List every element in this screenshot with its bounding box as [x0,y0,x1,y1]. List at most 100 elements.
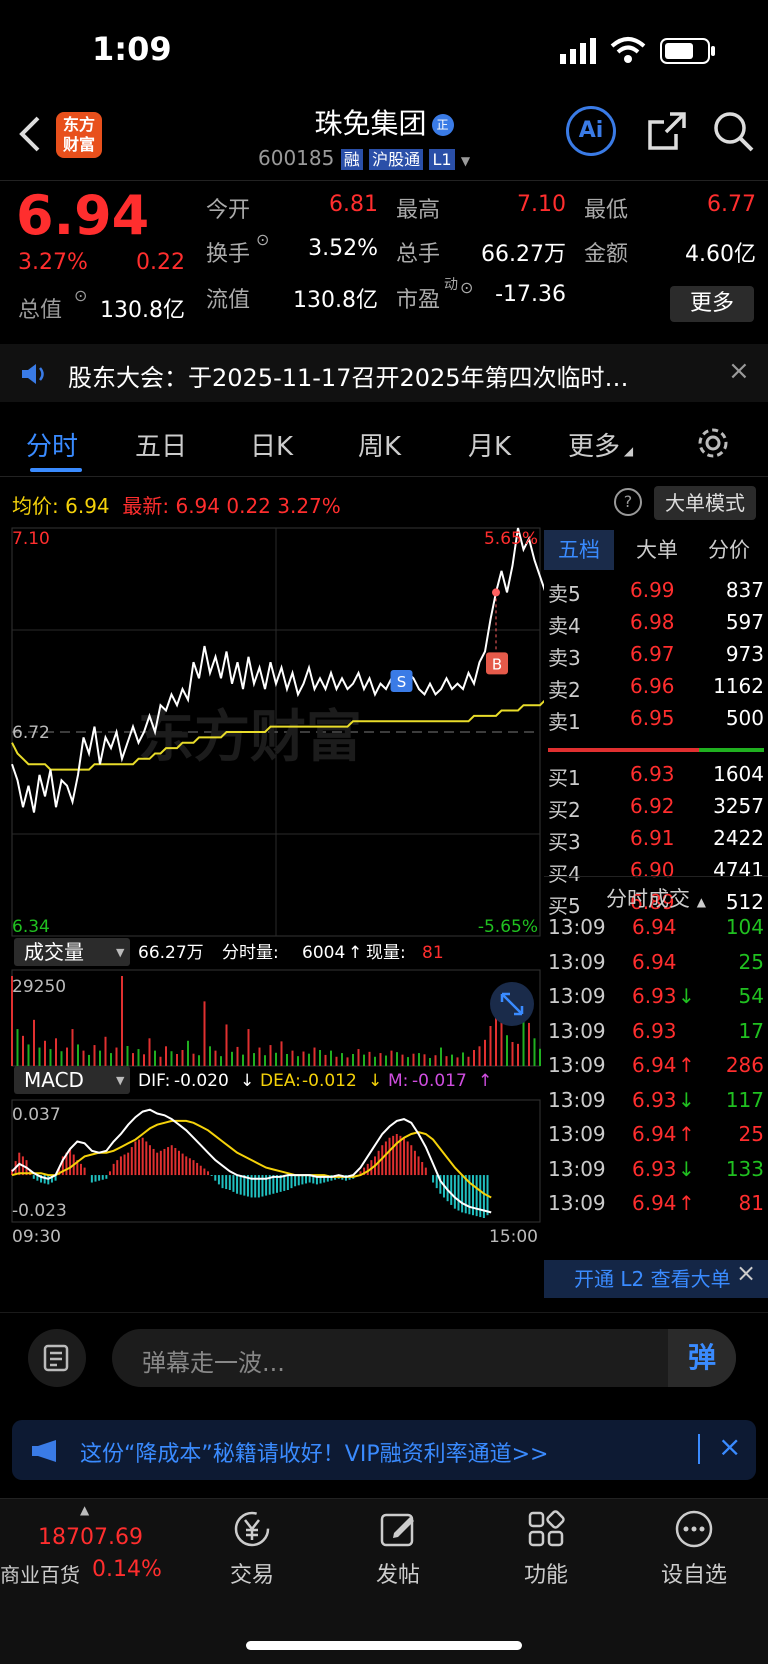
tab-monthly[interactable]: 月K [468,426,511,463]
trade-row: 13:09 6.94 ↑ 81 [544,1186,768,1220]
volume-bar [368,1051,371,1066]
volume-bar [313,1047,316,1066]
big-order-mode-label: 大单模式 [665,491,745,515]
book-row[interactable]: 卖2 6.96 1162 [544,670,768,702]
volume-bar [49,1049,52,1066]
search-icon[interactable] [712,110,756,154]
book-row[interactable]: 买2 6.92 3257 [544,790,768,822]
notice-text: 股东大会：于2025-11-17召开2025年第四次临时… [68,364,629,392]
book-row[interactable]: 卖3 6.97 973 [544,638,768,670]
nav-add-watchlist[interactable]: 设自选 [654,1509,734,1589]
divider [0,180,768,181]
trade-time: 13:09 [548,1053,606,1077]
volume-bar [132,1053,134,1066]
book-level: 卖5 [548,582,581,606]
book-row[interactable]: 买3 6.91 2422 [544,822,768,854]
volume-bar [429,1058,431,1066]
volume-bar [110,1053,112,1066]
tab-daily[interactable]: 日K [250,426,293,463]
dropdown-icon[interactable]: ▼ [461,154,470,168]
y-right-min-label: -5.65% [478,917,538,937]
volume-bar [181,1050,184,1066]
order-tab-big[interactable]: 大单 [622,530,692,570]
volume-bar [203,1001,206,1066]
macd-frame [11,1099,541,1223]
volume-bar [55,1038,57,1066]
ai-button[interactable]: Ai [566,106,616,156]
trade-row: 13:09 6.93 ↓ 133 [544,1152,768,1186]
megaphone-icon [32,1440,56,1462]
book-row[interactable]: 卖4 6.98 597 [544,606,768,638]
trade-arrow: ↑ [678,1191,695,1215]
tab-5day[interactable]: 五日 [135,426,187,463]
status-bar: 1:09 [0,0,768,96]
volume-bar [374,1056,376,1066]
nav-post[interactable]: 发帖 [358,1509,438,1589]
trade-price: 6.93 [632,984,677,1008]
stat-value: 7.10 [517,192,566,217]
expand-icon[interactable] [490,982,534,1026]
close-icon[interactable]: × [718,1430,741,1463]
trade-arrow: ↓ [678,1156,695,1181]
speaker-icon [22,364,44,384]
volume-bar [236,1046,239,1066]
volume-bar [104,1036,107,1066]
intraday-chart[interactable]: 东方财富 7.10 6.72 6.34 5.65% -5.65% S B 成交量 ▼ 66.27万分… [0,524,544,1304]
settings-icon[interactable] [696,426,730,460]
tab-weekly[interactable]: 周K [358,426,401,463]
promo-banner[interactable]: 这份“降成本”秘籍请收好！VIP融资利率通道>> × [12,1420,756,1480]
volume-bar [60,1051,63,1066]
volume-bar [280,1041,283,1066]
list-icon-button[interactable] [28,1329,86,1387]
volume-total: 66.27万 [138,943,204,963]
tab-intraday[interactable]: 分时 [26,426,78,463]
edit-icon [380,1513,414,1547]
volume-header: 成交量 ▼ 66.27万 分时量: 6004 ↑ 现量: 81 [14,938,444,966]
close-icon[interactable]: × [728,356,750,386]
comment-input[interactable]: 弹幕走一波... 弹 [112,1329,736,1387]
share-icon[interactable] [646,110,688,152]
book-row[interactable]: 卖1 6.95 500 [544,702,768,734]
info-icon[interactable]: ⊙ [74,286,87,305]
volume-bar [11,976,13,1066]
volume-current-value: 81 [422,943,444,963]
book-volume: 597 [725,610,764,634]
doc-list-icon [43,1344,69,1372]
home-indicator [246,1641,522,1650]
volume-arrow: ↑ [348,943,362,963]
order-tab-five[interactable]: 五档 [544,530,614,570]
index-ticker[interactable]: ▲ 18707.69 商业百货 0.14% [0,1499,170,1599]
send-danmaku-button[interactable]: 弹 [668,1329,736,1387]
l2-banner[interactable]: 开通 L2 查看大单 × [544,1259,768,1298]
volume-bar [423,1054,426,1066]
notice-bar[interactable]: 股东大会：于2025-11-17召开2025年第四次临时… × [0,344,768,402]
sell-marker: S [390,670,413,692]
macd-min-label: -0.023 [12,1201,67,1221]
help-icon[interactable]: ? [614,488,642,516]
tab-label: 周K [358,432,402,462]
stat-label: 金额 [584,242,629,267]
ai-label: Ai [578,118,604,143]
volume-frame [11,969,541,1067]
tab-more[interactable]: 更多 ◢ [568,426,633,463]
big-order-mode-button[interactable]: 大单模式 [654,486,756,520]
nav-features[interactable]: 功能 [506,1509,586,1589]
trades-title-label: 分时成交 [606,887,691,911]
book-row[interactable]: 买1 6.93 1604 [544,758,768,790]
trade-price: 6.94 [632,1053,677,1077]
y-max-label: 7.10 [12,529,50,549]
trades-title[interactable]: 分时成交 ▲ [544,876,768,913]
volume-bar [297,1056,299,1066]
close-icon[interactable]: × [736,1254,756,1292]
volume-bar [445,1056,448,1066]
more-button[interactable]: 更多 [670,286,754,322]
book-row[interactable]: 卖5 6.99 837 [544,574,768,606]
nav-trade[interactable]: 交易 [212,1509,292,1589]
trade-volume: 81 [738,1191,764,1215]
volume-bar [176,1054,178,1066]
index-pct: 0.14% [92,1557,162,1582]
m-label: M: [388,1071,408,1091]
volume-bar [456,1057,459,1066]
order-tab-price[interactable]: 分价 [694,530,764,570]
l2-banner-label: 开通 L2 查看大单 [574,1267,731,1291]
